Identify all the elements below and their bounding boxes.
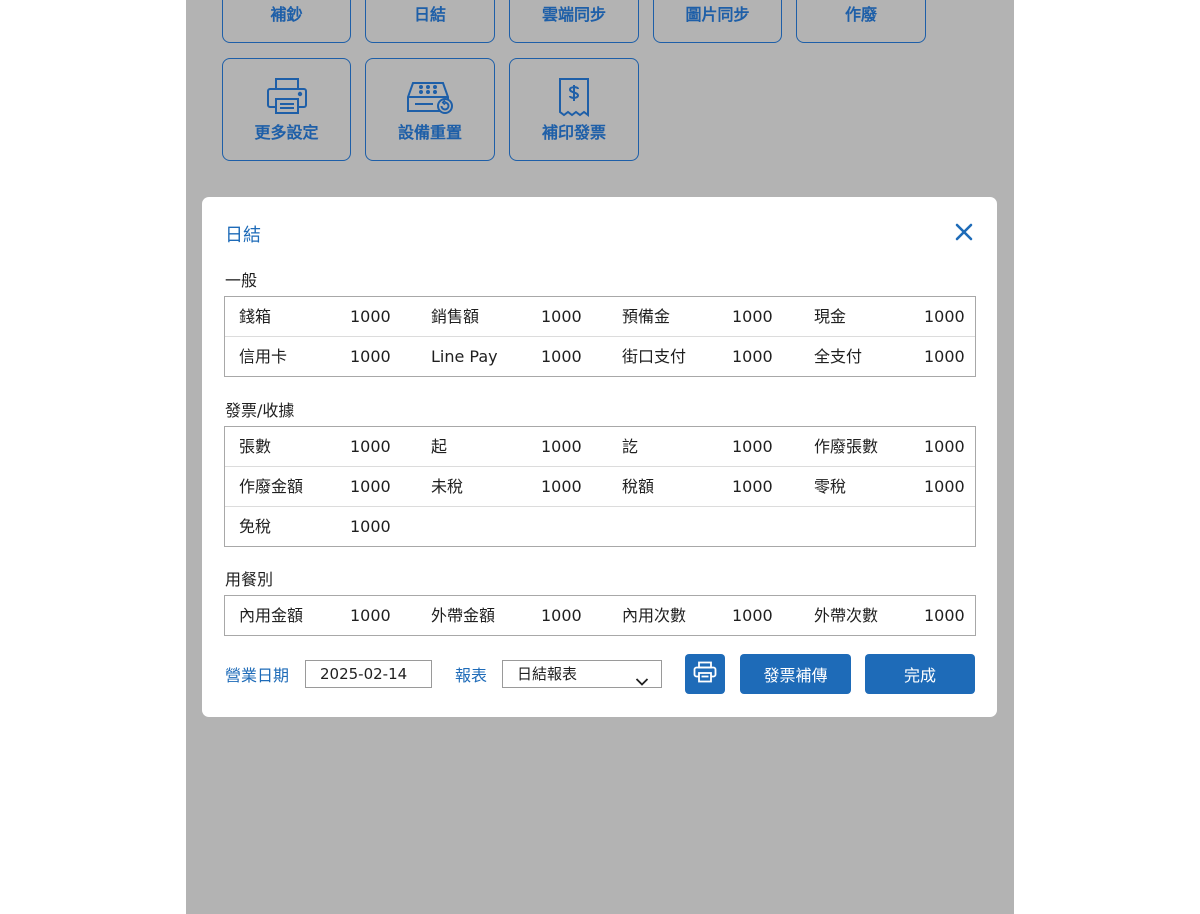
menu-tile-more-settings[interactable]: 更多設定 <box>222 58 351 161</box>
cell-value: 1000 <box>541 347 582 366</box>
cell-value: 1000 <box>541 437 582 456</box>
grid-row: 錢箱 1000 銷售額 1000 預備金 1000 現金 1000 <box>225 297 975 336</box>
cell-label: 外帶次數 <box>814 606 879 625</box>
cell-value: 1000 <box>732 606 773 625</box>
menu-tile-void[interactable]: 作廢 <box>796 0 926 43</box>
cell-label: 零稅 <box>814 477 847 496</box>
menu-tile-reprint-invoice[interactable]: 補印發票 <box>509 58 639 161</box>
summary-grid-general: 錢箱 1000 銷售額 1000 預備金 1000 現金 1000 信用卡 10… <box>224 296 976 377</box>
cell-value: 1000 <box>350 477 391 496</box>
menu-tile-label: 圖片同步 <box>685 5 750 24</box>
menu-tile-cloud-sync[interactable]: 雲端同步 <box>509 0 639 43</box>
cell-value: 1000 <box>924 347 965 366</box>
grid-row: 內用金額 1000 外帶金額 1000 內用次數 1000 外帶次數 1000 <box>225 596 975 635</box>
cell-label: 稅額 <box>622 477 655 496</box>
cell-value: 1000 <box>732 437 773 456</box>
business-date-label: 營業日期 <box>225 666 290 685</box>
menu-tile-label: 日結 <box>413 5 446 24</box>
section-title-general: 一般 <box>225 271 258 290</box>
cell-label: 錢箱 <box>239 307 272 326</box>
menu-tile-label: 雲端同步 <box>541 5 606 24</box>
cell-value: 1000 <box>350 517 391 536</box>
chevron-down-icon <box>635 669 649 695</box>
menu-tile-label: 設備重置 <box>397 123 462 142</box>
cell-value: 1000 <box>541 307 582 326</box>
report-select[interactable]: 日結報表 <box>502 660 662 688</box>
printer-icon <box>265 77 309 121</box>
grid-row: 作廢金額 1000 未稅 1000 稅額 1000 零稅 1000 <box>225 466 975 506</box>
cell-value: 1000 <box>732 347 773 366</box>
receipt-icon <box>557 77 591 123</box>
cell-label: 銷售額 <box>431 307 480 326</box>
summary-grid-dining-type: 內用金額 1000 外帶金額 1000 內用次數 1000 外帶次數 1000 <box>224 595 976 636</box>
cell-label: 訖 <box>622 437 639 456</box>
cell-value: 1000 <box>350 606 391 625</box>
section-title-dining-type: 用餐別 <box>225 570 274 589</box>
menu-tile-refill[interactable]: 補鈔 <box>222 0 351 43</box>
cell-value: 1000 <box>924 477 965 496</box>
cell-value: 1000 <box>541 477 582 496</box>
cell-label: 張數 <box>239 437 272 456</box>
menu-tile-device-reset[interactable]: 設備重置 <box>365 58 495 161</box>
section-title-invoice: 發票/收據 <box>225 401 295 420</box>
done-label: 完成 <box>903 666 936 685</box>
device-reset-icon <box>405 77 455 121</box>
cell-label: 預備金 <box>622 307 671 326</box>
cell-label: 外帶金額 <box>431 606 496 625</box>
cell-value: 1000 <box>541 606 582 625</box>
invoice-resend-button[interactable]: 發票補傳 <box>740 654 851 694</box>
printer-icon <box>693 661 717 687</box>
print-button[interactable] <box>685 654 725 694</box>
cell-label: 作廢金額 <box>239 477 304 496</box>
report-selected-value: 日結報表 <box>517 665 578 683</box>
cell-label: 起 <box>431 437 448 456</box>
daily-close-dialog: 日結 一般 錢箱 1000 銷售額 1000 預備金 1000 現金 1000 … <box>202 197 997 717</box>
cell-value: 1000 <box>924 437 965 456</box>
cell-label: 全支付 <box>814 347 863 366</box>
cell-value: 1000 <box>732 477 773 496</box>
menu-tile-label: 更多設定 <box>254 123 319 142</box>
close-icon[interactable] <box>953 221 975 243</box>
cell-label: 未稅 <box>431 477 464 496</box>
cell-label: 免稅 <box>239 517 272 536</box>
menu-tile-image-sync[interactable]: 圖片同步 <box>653 0 782 43</box>
cell-label: Line Pay <box>431 347 498 366</box>
summary-grid-invoice: 張數 1000 起 1000 訖 1000 作廢張數 1000 作廢金額 100… <box>224 426 976 547</box>
cell-value: 1000 <box>350 437 391 456</box>
menu-tile-label: 作廢 <box>844 5 877 24</box>
menu-tile-daily-close[interactable]: 日結 <box>365 0 495 43</box>
cell-label: 內用次數 <box>622 606 687 625</box>
cell-label: 街口支付 <box>622 347 687 366</box>
report-label: 報表 <box>455 666 488 685</box>
cell-value: 1000 <box>732 307 773 326</box>
cell-value: 1000 <box>924 606 965 625</box>
cell-label: 信用卡 <box>239 347 288 366</box>
menu-tile-label: 補鈔 <box>270 5 303 24</box>
cell-label: 現金 <box>814 307 847 326</box>
invoice-resend-label: 發票補傳 <box>763 666 828 685</box>
cell-label: 內用金額 <box>239 606 304 625</box>
grid-row: 信用卡 1000 Line Pay 1000 街口支付 1000 全支付 100… <box>225 336 975 376</box>
dialog-title: 日結 <box>225 225 261 246</box>
cell-label: 作廢張數 <box>814 437 879 456</box>
grid-row: 免稅 1000 <box>225 506 975 546</box>
done-button[interactable]: 完成 <box>865 654 975 694</box>
business-date-field[interactable]: 2025-02-14 <box>305 660 432 688</box>
cell-value: 1000 <box>350 307 391 326</box>
cell-value: 1000 <box>350 347 391 366</box>
cell-value: 1000 <box>924 307 965 326</box>
grid-row: 張數 1000 起 1000 訖 1000 作廢張數 1000 <box>225 427 975 466</box>
